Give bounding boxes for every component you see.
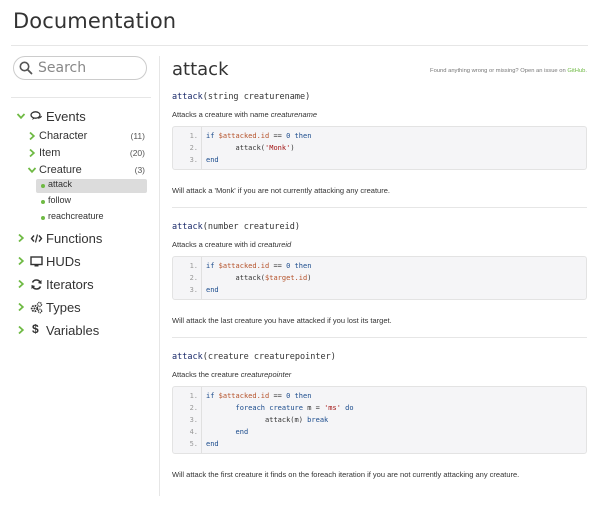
cogs-icon: [30, 301, 43, 314]
sidebar-item-types[interactable]: Types: [11, 299, 147, 317]
code-block: 1. if $attacked.id == 0 then 2. attack($t…: [172, 256, 587, 300]
sidebar-item-huds[interactable]: HUDs: [11, 253, 147, 271]
sidebar-item-events[interactable]: Events: [11, 108, 147, 126]
dollar-icon: $: [32, 322, 39, 336]
report-issue-text: Found anything wrong or missing? Open an…: [430, 68, 587, 74]
sidebar-item-label: Types: [46, 300, 81, 315]
sidebar-item-label: Variables: [46, 323, 100, 338]
chevron-right-icon: [16, 302, 26, 312]
sidebar-item-iterators[interactable]: Iterators: [11, 276, 147, 294]
code-line: 1. if $attacked.id == 0 then: [189, 392, 312, 400]
search-input[interactable]: Search: [13, 56, 147, 80]
function-signature: attack(number creatureid): [172, 222, 300, 232]
sidebar-leaf-follow[interactable]: follow: [36, 195, 147, 209]
chevron-right-icon: [16, 256, 26, 266]
code-icon: [30, 232, 43, 245]
sidebar-item-label: Functions: [46, 231, 103, 246]
code-line: 3. end: [189, 156, 219, 164]
sidebar-item-label: Item: [39, 147, 61, 159]
refresh-icon: [30, 278, 43, 291]
chevron-right-icon: [27, 131, 37, 141]
item-count: (3): [134, 165, 145, 175]
code-line: 1. if $attacked.id == 0 then: [189, 262, 312, 270]
chevron-down-icon: [16, 111, 26, 121]
monitor-icon: [30, 255, 43, 268]
sidebar-item-functions[interactable]: Functions: [11, 230, 147, 248]
example-explanation: Will attack the last creature you have a…: [172, 316, 392, 325]
code-line: 5. end: [189, 440, 219, 448]
sidebar-item-label: Events: [46, 109, 86, 124]
example-explanation: Will attack the first creature it finds …: [172, 470, 520, 479]
sidebar-item-label: Character: [39, 130, 88, 142]
doc-title: attack: [172, 59, 229, 80]
code-line: 3. end: [189, 286, 219, 294]
code-line: 2. attack($target.id): [189, 274, 312, 282]
search-placeholder: Search: [38, 60, 87, 76]
sidebar-leaf-label: reachcreature: [48, 211, 104, 221]
sidebar-leaf-attack[interactable]: attack: [36, 179, 147, 193]
code-line: 2. attack('Monk'): [189, 144, 295, 152]
item-count: (20): [129, 148, 145, 158]
header-divider: [11, 45, 588, 46]
function-signature: attack(string creaturename): [172, 92, 311, 102]
bullet-icon: [41, 184, 45, 188]
sidebar-item-label: Iterators: [46, 277, 94, 292]
code-line: 3. attack(m) break: [189, 416, 329, 424]
sidebar-item-label: HUDs: [46, 254, 81, 269]
sidebar-leaf-reachcreature[interactable]: reachcreature: [36, 211, 147, 225]
code-line: 2. foreach creature m = 'ms' do: [189, 404, 354, 412]
comments-icon: [30, 110, 43, 123]
function-description: Attacks a creature with name creaturenam…: [172, 110, 318, 119]
item-count: (11): [130, 131, 146, 141]
bullet-icon: [41, 200, 45, 204]
function-description: Attacks a creature with id creatureid: [172, 240, 292, 249]
github-link[interactable]: GitHub: [567, 68, 585, 74]
chevron-right-icon: [16, 279, 26, 289]
section-divider: [172, 207, 587, 208]
function-description: Attacks the creature creaturepointer: [172, 370, 292, 379]
search-icon: [19, 61, 33, 75]
function-signature: attack(creature creaturepointer): [172, 352, 336, 362]
sidebar-divider: [11, 97, 151, 98]
chevron-right-icon: [27, 148, 37, 158]
bullet-icon: [41, 216, 45, 220]
sidebar-item-label: Creature: [39, 164, 82, 176]
code-line: 4. end: [189, 428, 249, 436]
code-line: 1. if $attacked.id == 0 then: [189, 132, 312, 140]
chevron-right-icon: [16, 233, 26, 243]
chevron-right-icon: [16, 325, 26, 335]
sidebar-item-character[interactable]: Character (11): [11, 129, 147, 147]
sidebar-leaf-label: follow: [48, 195, 72, 205]
sidebar-item-variables[interactable]: $ Variables: [11, 322, 147, 340]
section-divider: [172, 337, 587, 338]
code-block: 1. if $attacked.id == 0 then 2. foreach c…: [172, 386, 587, 454]
code-block: 1. if $attacked.id == 0 then 2. attack('M…: [172, 126, 587, 170]
chevron-down-icon: [27, 165, 37, 175]
sidebar: Search Events Character (11) Item (20) C…: [11, 56, 160, 496]
example-explanation: Will attack a 'Monk' if you are not curr…: [172, 186, 390, 195]
page-title: Documentation: [13, 9, 177, 33]
sidebar-leaf-label: attack: [48, 179, 73, 189]
sidebar-item-item[interactable]: Item (20): [11, 146, 147, 164]
